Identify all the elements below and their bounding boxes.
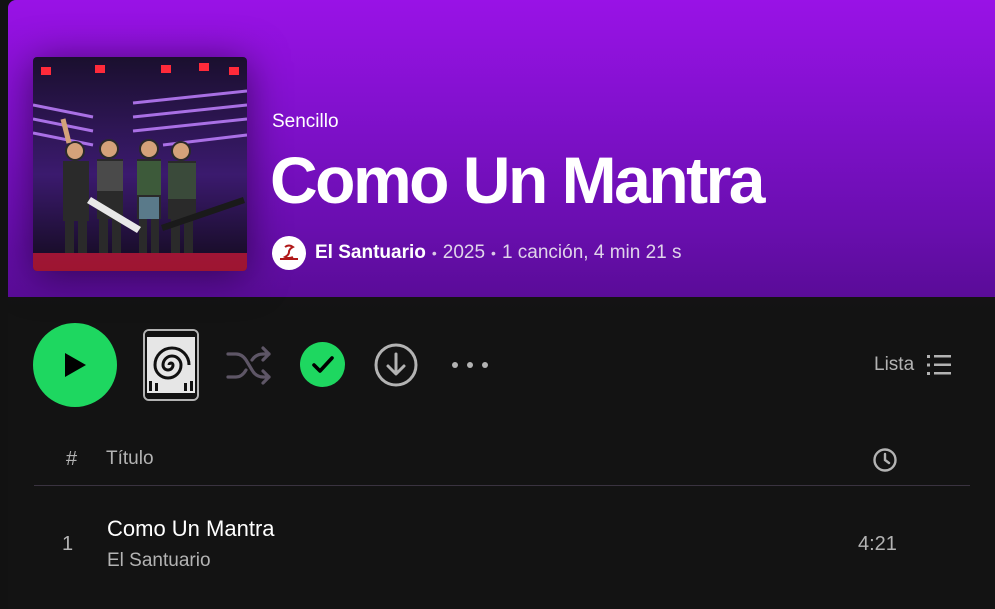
shuffle-button[interactable]: [224, 344, 274, 388]
column-number: #: [66, 448, 78, 470]
download-icon: [374, 343, 418, 387]
column-duration: [872, 447, 898, 479]
album-page: Sencillo Como Un Mantra El Santuario • 2…: [8, 0, 995, 609]
album-cover: [33, 57, 247, 271]
album-header: Sencillo Como Un Mantra El Santuario • 2…: [8, 0, 995, 297]
track-duration: 4:21: [858, 533, 897, 555]
check-icon: [311, 355, 334, 373]
album-meta: El Santuario • 2025 • 1 canción, 4 min 2…: [272, 236, 682, 270]
album-title: Como Un Mantra: [270, 143, 766, 217]
meta-separator: •: [491, 245, 496, 261]
track-number: 1: [62, 533, 74, 555]
play-icon: [65, 353, 86, 377]
spiral-thumbnail-icon: [145, 331, 197, 399]
meta-separator: •: [431, 245, 437, 261]
shuffle-icon: [226, 346, 271, 385]
release-type: Sencillo: [272, 111, 339, 132]
preview-thumbnail-button[interactable]: [143, 329, 199, 401]
saved-to-library-button[interactable]: [300, 342, 345, 387]
view-mode-label: Lista: [874, 354, 915, 375]
artist-link[interactable]: El Santuario: [315, 242, 426, 264]
artist-avatar[interactable]: [272, 236, 306, 270]
column-title: Título: [106, 448, 154, 469]
more-options-button[interactable]: [448, 352, 492, 378]
clock-icon: [873, 448, 897, 472]
track-summary: 1 canción, 4 min 21 s: [501, 242, 682, 263]
release-year: 2025: [442, 242, 486, 263]
play-button[interactable]: [33, 323, 117, 407]
more-options-icon: [452, 362, 488, 368]
artist-logo-icon: [275, 239, 303, 267]
list-icon: [927, 355, 952, 375]
download-button[interactable]: [372, 341, 420, 389]
track-list-header: # Título: [34, 442, 970, 486]
track-title[interactable]: Como Un Mantra: [107, 516, 275, 542]
track-artist[interactable]: El Santuario: [107, 550, 211, 572]
track-row[interactable]: 1 Como Un Mantra El Santuario 4:21: [34, 500, 970, 590]
view-mode-toggle[interactable]: Lista: [874, 349, 952, 381]
